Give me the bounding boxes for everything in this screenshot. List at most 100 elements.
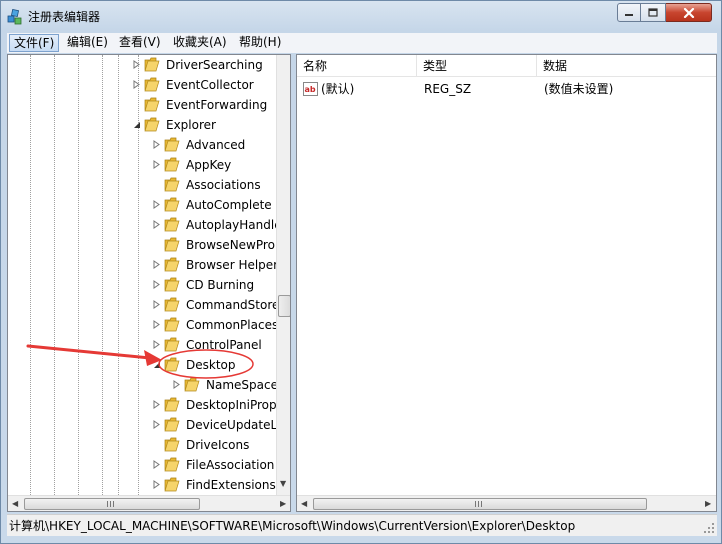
maximize-button[interactable] xyxy=(641,3,666,22)
value-data: (数值未设置) xyxy=(544,82,614,96)
tree-item[interactable]: AppKey xyxy=(8,155,278,175)
tree-horizontal-scroll-thumb[interactable] xyxy=(24,498,200,510)
folder-icon xyxy=(164,457,180,472)
scroll-right-arrow-icon[interactable]: ▶ xyxy=(280,499,286,508)
tree-item[interactable]: ControlPanel xyxy=(8,335,278,355)
collapsed-arrow-icon[interactable] xyxy=(152,220,161,229)
maximize-icon xyxy=(648,7,658,17)
folder-icon xyxy=(164,397,180,412)
collapsed-arrow-icon[interactable] xyxy=(172,380,181,389)
folder-icon xyxy=(144,117,160,132)
tree-vertical-scrollbar[interactable]: ▼ xyxy=(276,55,290,495)
folder-icon xyxy=(164,237,180,252)
folder-icon xyxy=(144,77,160,92)
expanded-arrow-icon[interactable] xyxy=(132,120,141,129)
tree-item[interactable]: DriveIcons xyxy=(8,435,278,455)
column-header-name[interactable]: 名称 xyxy=(297,55,417,77)
minimize-button[interactable] xyxy=(617,3,641,22)
collapsed-arrow-icon[interactable] xyxy=(152,280,161,289)
minimize-icon xyxy=(625,13,633,16)
scroll-left-arrow-icon[interactable]: ◀ xyxy=(301,499,307,508)
menu-help[interactable]: 帮助(H) xyxy=(235,34,285,52)
column-header-type[interactable]: 类型 xyxy=(417,55,537,77)
status-bar: 计算机\HKEY_LOCAL_MACHINE\SOFTWARE\Microsof… xyxy=(7,514,717,536)
tree-item[interactable]: DriverSearching xyxy=(8,55,278,75)
folder-icon xyxy=(164,317,180,332)
collapsed-arrow-icon[interactable] xyxy=(152,140,161,149)
resize-grip-icon[interactable] xyxy=(703,522,715,534)
collapsed-arrow-icon[interactable] xyxy=(152,460,161,469)
tree-item-label: Associations xyxy=(186,178,261,192)
expanded-arrow-icon[interactable] xyxy=(152,360,161,369)
collapsed-arrow-icon[interactable] xyxy=(152,260,161,269)
collapsed-arrow-icon[interactable] xyxy=(132,60,141,69)
tree-item[interactable]: Advanced xyxy=(8,135,278,155)
tree-item[interactable]: DesktopIniProp xyxy=(8,395,278,415)
tree-horizontal-scrollbar[interactable]: ◀ ▶ xyxy=(8,495,290,511)
tree-item-label: FileAssociation xyxy=(186,458,275,472)
folder-icon xyxy=(164,177,180,192)
tree-item[interactable]: CD Burning xyxy=(8,275,278,295)
collapsed-arrow-icon[interactable] xyxy=(152,320,161,329)
tree-item[interactable]: AutoplayHandle xyxy=(8,215,282,235)
tree-item[interactable]: Explorer xyxy=(8,115,278,135)
collapsed-arrow-icon[interactable] xyxy=(132,80,141,89)
tree-item[interactable]: FileAssociation xyxy=(8,455,278,475)
tree-item-label: DriveIcons xyxy=(186,438,250,452)
tree-item-label: BrowseNewPro xyxy=(186,238,275,252)
collapsed-arrow-icon[interactable] xyxy=(152,400,161,409)
tree-item-label: CD Burning xyxy=(186,278,255,292)
scroll-down-arrow-icon[interactable]: ▼ xyxy=(280,479,286,488)
tree-item-label: EventForwarding xyxy=(166,98,268,112)
title-bar[interactable]: 注册表编辑器 xyxy=(1,1,721,33)
tree-item[interactable]: CommandStore xyxy=(8,295,280,315)
tree-item[interactable]: AutoComplete xyxy=(8,195,278,215)
registry-editor-icon xyxy=(7,9,22,25)
tree-item[interactable]: NameSpace xyxy=(8,375,278,395)
tree-item-label: DeviceUpdateL xyxy=(186,418,278,432)
scroll-right-arrow-icon[interactable]: ▶ xyxy=(705,499,711,508)
key-tree-pane[interactable]: DriverSearching EventCollector EventForwar… xyxy=(7,54,291,512)
folder-icon xyxy=(164,437,180,452)
menu-edit[interactable]: 编辑(E) xyxy=(63,34,112,52)
value-list-pane[interactable]: 名称 类型 数据 ab (默认) REG_SZ (数值未设置) ◀ ▶ xyxy=(296,54,717,512)
tree-item[interactable]: FindExtensions xyxy=(8,475,278,495)
tree-item-label: NameSpace xyxy=(206,378,278,392)
tree-item[interactable]: BrowseNewPro xyxy=(8,235,278,255)
collapsed-arrow-icon[interactable] xyxy=(152,200,161,209)
tree-item[interactable]: Desktop xyxy=(8,355,278,375)
collapsed-arrow-icon[interactable] xyxy=(152,480,161,489)
tree-item[interactable]: Browser Helper xyxy=(8,255,278,275)
menu-view[interactable]: 查看(V) xyxy=(115,34,165,52)
list-horizontal-scrollbar[interactable]: ◀ ▶ xyxy=(297,495,716,511)
collapsed-arrow-icon[interactable] xyxy=(152,420,161,429)
tree-item[interactable]: DeviceUpdateL xyxy=(8,415,278,435)
tree-item-label: Advanced xyxy=(186,138,246,152)
column-header-data[interactable]: 数据 xyxy=(537,55,716,77)
menu-file[interactable]: 文件(F) xyxy=(9,34,60,52)
scroll-left-arrow-icon[interactable]: ◀ xyxy=(12,499,18,508)
folder-icon xyxy=(164,357,180,372)
collapsed-arrow-icon[interactable] xyxy=(152,340,161,349)
registry-editor-window: 注册表编辑器 文件(F) 编辑(E) 查看(V) 收藏夹(A) 帮助(H) Dr… xyxy=(0,0,722,544)
collapsed-arrow-icon[interactable] xyxy=(152,300,161,309)
list-header: 名称 类型 数据 xyxy=(297,55,716,77)
tree-item-label: Desktop xyxy=(186,357,236,373)
tree-item-label: AutoplayHandle xyxy=(186,218,282,232)
folder-icon xyxy=(164,217,180,232)
tree-vertical-scroll-thumb[interactable] xyxy=(278,295,290,317)
tree-item-label: CommandStore xyxy=(186,298,280,312)
close-button[interactable] xyxy=(666,3,712,22)
tree-item[interactable]: EventForwarding xyxy=(8,95,278,115)
current-key-path: 计算机\HKEY_LOCAL_MACHINE\SOFTWARE\Microsof… xyxy=(9,519,576,533)
tree-item-label: FindExtensions xyxy=(186,478,276,492)
tree-item[interactable]: Associations xyxy=(8,175,278,195)
collapsed-arrow-icon[interactable] xyxy=(152,160,161,169)
list-horizontal-scroll-thumb[interactable] xyxy=(313,498,647,510)
tree-item[interactable]: CommonPlaces xyxy=(8,315,278,335)
menu-favorites[interactable]: 收藏夹(A) xyxy=(169,34,231,52)
tree-item-label: AutoComplete xyxy=(186,198,272,212)
tree-item[interactable]: EventCollector xyxy=(8,75,278,95)
folder-icon xyxy=(164,257,180,272)
folder-icon xyxy=(184,377,200,392)
